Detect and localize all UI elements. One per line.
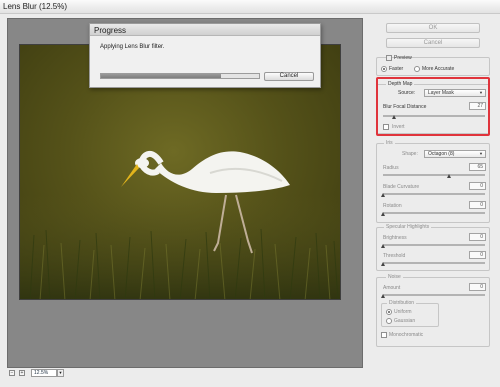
amount-slider-thumb[interactable] bbox=[381, 294, 385, 298]
blade-curvature-label: Blade Curvature bbox=[383, 184, 420, 190]
noise-title: Noise bbox=[386, 274, 403, 280]
threshold-input[interactable]: 0 bbox=[469, 251, 486, 259]
chevron-down-icon: ▼ bbox=[479, 151, 483, 156]
brightness-slider-thumb[interactable] bbox=[381, 244, 385, 248]
zoom-level[interactable]: 12.5% bbox=[31, 369, 57, 377]
progress-cancel-button[interactable]: Cancel bbox=[264, 72, 314, 81]
cancel-button[interactable]: Cancel bbox=[386, 38, 480, 48]
zoom-bar: − + 12.5% ▼ bbox=[7, 369, 363, 380]
amount-slider[interactable] bbox=[383, 294, 485, 296]
shape-label: Shape: bbox=[402, 151, 418, 157]
preview-checkbox[interactable] bbox=[386, 55, 392, 61]
window-title: Lens Blur (12.5%) bbox=[3, 2, 68, 11]
rotation-slider[interactable] bbox=[383, 212, 485, 214]
blade-curvature-input[interactable]: 0 bbox=[469, 182, 486, 190]
more-accurate-radio[interactable] bbox=[414, 66, 420, 72]
brightness-slider[interactable] bbox=[383, 244, 485, 246]
faster-label: Faster bbox=[389, 66, 404, 72]
radius-slider-thumb[interactable] bbox=[447, 174, 452, 178]
zoom-out-icon[interactable]: − bbox=[9, 370, 15, 376]
threshold-label: Threshold bbox=[383, 253, 406, 259]
ok-button[interactable]: OK bbox=[386, 23, 480, 33]
specular-highlights-title: Specular Highlights bbox=[384, 224, 432, 230]
iris-title: Iris bbox=[384, 140, 395, 146]
amount-input[interactable]: 0 bbox=[469, 283, 486, 291]
depth-map-highlight bbox=[376, 77, 490, 136]
chevron-down-icon[interactable]: ▼ bbox=[57, 369, 64, 377]
blade-curvature-slider-thumb[interactable] bbox=[381, 193, 385, 197]
progress-dialog: Progress Applying Lens Blur filter. Canc… bbox=[89, 23, 321, 88]
progress-dialog-titlebar: Progress bbox=[90, 24, 320, 36]
rotation-slider-thumb[interactable] bbox=[381, 212, 385, 216]
progress-bar bbox=[100, 73, 260, 79]
radius-label: Radius bbox=[383, 165, 399, 171]
more-accurate-label: More Accurate bbox=[422, 66, 455, 72]
monochromatic-label: Monochromatic bbox=[389, 332, 424, 338]
threshold-slider-thumb[interactable] bbox=[381, 262, 385, 266]
options-panel: OK Cancel Preview Faster More Accurate D… bbox=[372, 18, 494, 380]
uniform-label: Uniform bbox=[394, 309, 412, 315]
window-titlebar: Lens Blur (12.5%) bbox=[0, 0, 500, 14]
shape-select[interactable]: Octagon (8) ▼ bbox=[424, 150, 486, 158]
distribution-title: Distribution bbox=[387, 300, 417, 306]
radius-input[interactable]: 65 bbox=[469, 163, 486, 171]
progress-dialog-title: Progress bbox=[94, 26, 127, 35]
radius-slider[interactable] bbox=[383, 174, 485, 176]
progress-message: Applying Lens Blur filter. bbox=[100, 44, 165, 50]
brightness-label: Brightness bbox=[383, 235, 407, 241]
gaussian-label: Gaussian bbox=[394, 318, 416, 324]
blade-curvature-slider[interactable] bbox=[383, 193, 485, 195]
rotation-input[interactable]: 0 bbox=[469, 201, 486, 209]
gaussian-radio[interactable] bbox=[386, 318, 392, 324]
monochromatic-checkbox[interactable] bbox=[381, 332, 387, 338]
zoom-in-icon[interactable]: + bbox=[19, 370, 25, 376]
uniform-radio[interactable] bbox=[386, 309, 392, 315]
progress-bar-fill bbox=[101, 74, 222, 78]
threshold-slider[interactable] bbox=[383, 262, 485, 264]
faster-radio[interactable] bbox=[381, 66, 387, 72]
brightness-input[interactable]: 0 bbox=[469, 233, 486, 241]
shape-select-value: Octagon (8) bbox=[428, 151, 455, 157]
preview-label: Preview bbox=[394, 55, 412, 61]
amount-label: Amount bbox=[383, 285, 401, 291]
rotation-label: Rotation bbox=[383, 203, 402, 209]
